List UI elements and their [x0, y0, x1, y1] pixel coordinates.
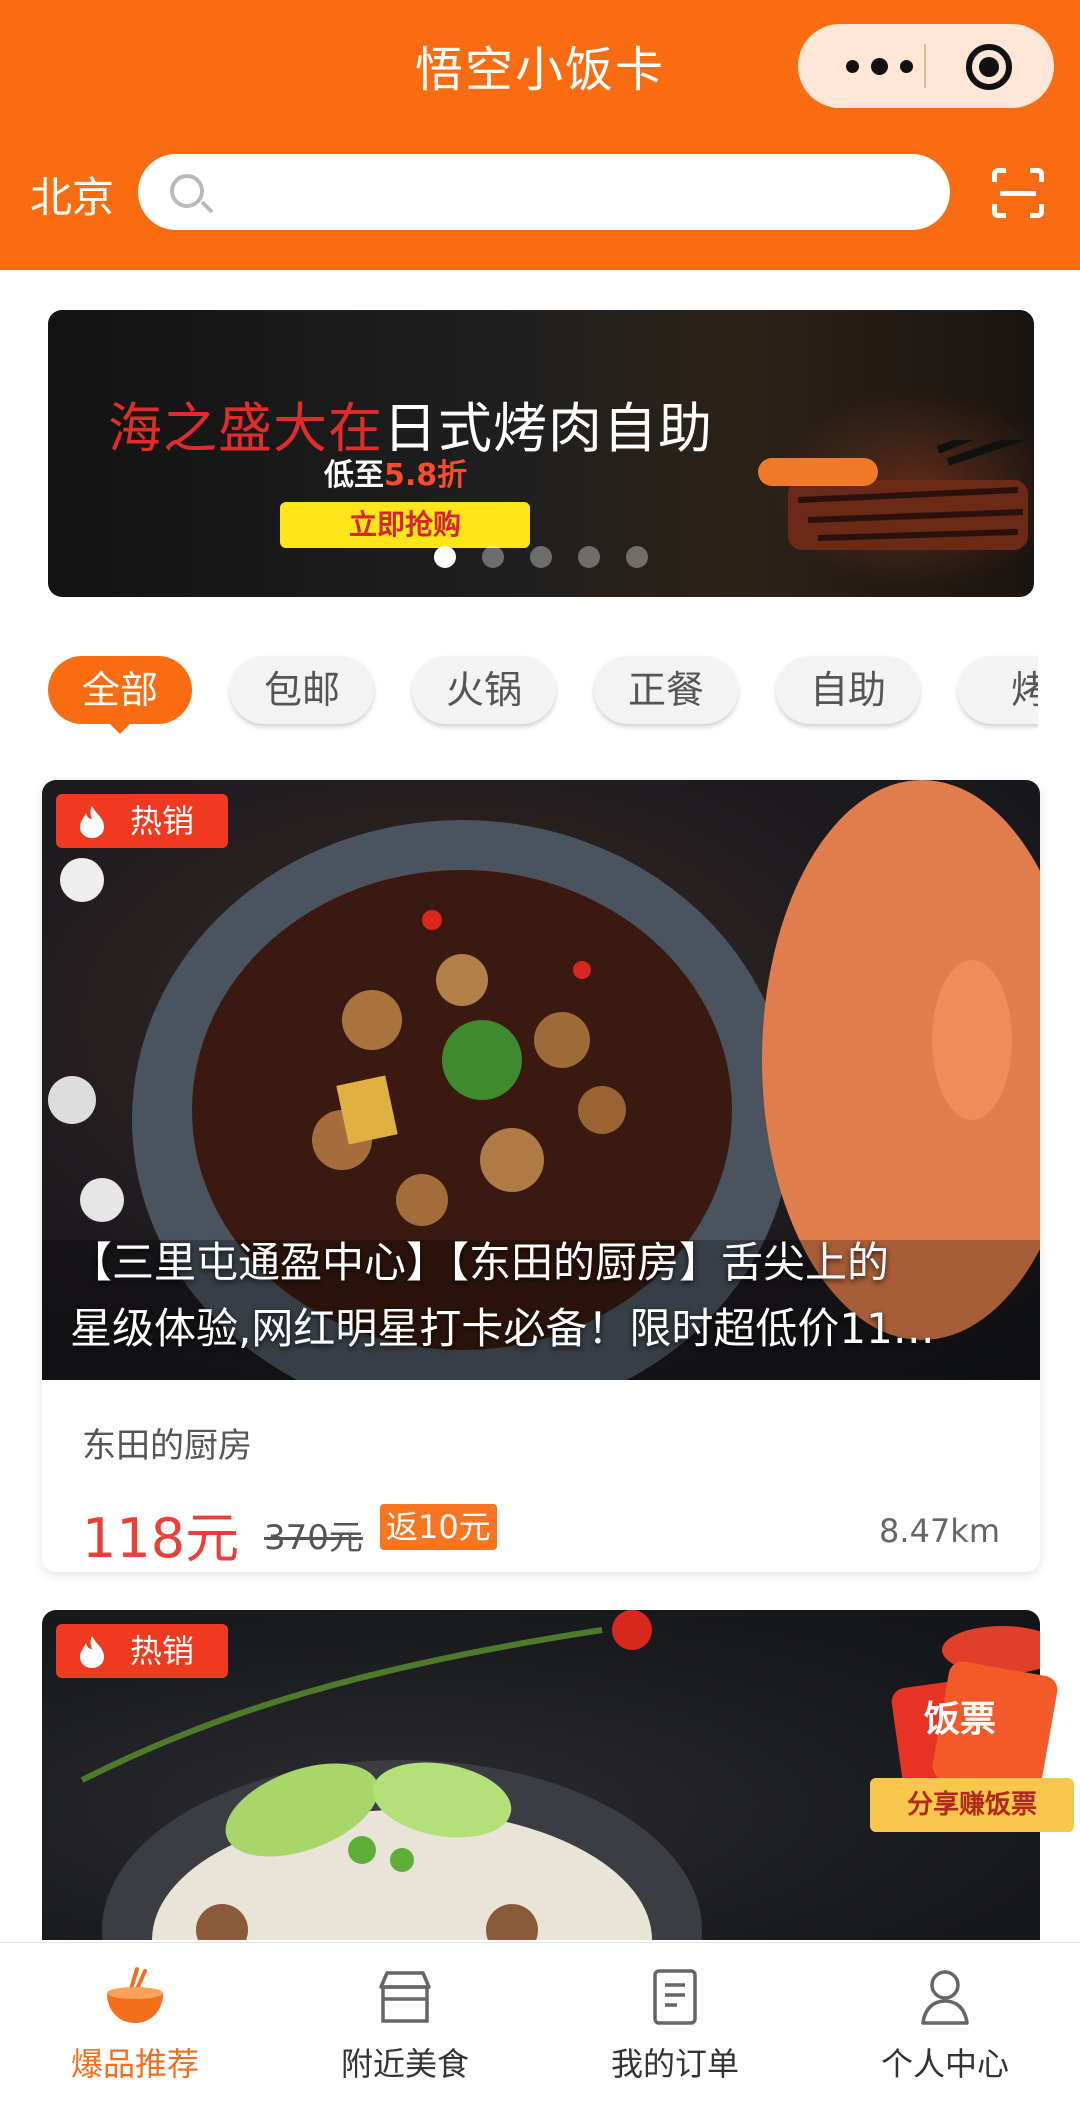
original-price: 370元 — [264, 1518, 363, 1558]
product-title: 【三里屯通盈中心】【东田的厨房】舌尖上的 星级体验,网红明星打卡必备！限时超低价… — [70, 1230, 1030, 1362]
nav-label: 附近美食 — [340, 2045, 469, 2083]
banner-subtitle: 低至5.8折 — [324, 450, 467, 494]
product-title-line2: 星级体验,网红明星打卡必备！限时超低价11… — [70, 1304, 935, 1353]
city-selector[interactable]: 北京 — [30, 164, 114, 225]
distance: 8.47km — [879, 1512, 1000, 1550]
product-info: 东田的厨房 118元 370元 返10元 8.47km — [42, 1380, 1040, 1572]
close-miniprogram-icon[interactable] — [966, 44, 1012, 90]
promo-banner[interactable]: 海之盛大在日式烤肉自助 低至5.8折 立即抢购 — [48, 310, 1034, 597]
buy-now-button[interactable]: 立即抢购 — [280, 502, 530, 548]
tab-buffet[interactable]: 自助 — [776, 656, 920, 724]
tab-hotpot[interactable]: 火锅 — [412, 656, 556, 724]
nav-profile[interactable]: 个人中心 — [810, 1943, 1080, 2107]
tab-main-meal[interactable]: 正餐 — [594, 656, 738, 724]
carousel-dot[interactable] — [434, 546, 456, 568]
top-bar: 悟空小饭卡 北京 — [0, 0, 1080, 270]
nav-hot-picks[interactable]: 爆品推荐 — [0, 1943, 270, 2107]
hot-sale-label: 热销 — [130, 802, 195, 840]
scan-icon[interactable] — [992, 168, 1044, 218]
rebate-badge: 返10元 — [380, 1504, 497, 1550]
product-title-line1: 【三里屯通盈中心】【东田的厨房】舌尖上的 — [70, 1238, 890, 1287]
share-label: 分享赚饭票 — [870, 1778, 1074, 1832]
nav-nearby-food[interactable]: 附近美食 — [270, 1943, 540, 2107]
product-card[interactable]: 热销 【三里屯通盈中心】【东田的厨房】舌尖上的 星级体验,网红明星打卡必备！限时… — [42, 780, 1040, 1572]
active-tab-pointer — [108, 722, 132, 734]
shop-name: 东田的厨房 — [82, 1426, 252, 1466]
carousel-dot[interactable] — [578, 546, 600, 568]
flame-icon — [80, 806, 104, 838]
order-icon — [653, 1969, 697, 2025]
flame-icon — [80, 1636, 104, 1668]
miniprogram-capsule — [798, 24, 1054, 108]
nav-label: 我的订单 — [610, 2045, 739, 2083]
carousel-dot[interactable] — [626, 546, 648, 568]
tab-all[interactable]: 全部 — [48, 656, 192, 724]
tab-free-shipping[interactable]: 包邮 — [230, 656, 374, 724]
nav-label: 个人中心 — [880, 2045, 1009, 2083]
category-tabs: 全部 包邮 火锅 正餐 自助 烤 — [48, 652, 1038, 736]
hot-sale-label: 热销 — [130, 1632, 195, 1670]
carousel-indicator — [434, 546, 648, 568]
search-input[interactable] — [138, 154, 950, 230]
banner-subtitle-prefix: 低至 — [324, 458, 384, 493]
search-icon — [170, 174, 204, 208]
carousel-dot[interactable] — [530, 546, 552, 568]
tab-bbq[interactable]: 烤 — [958, 656, 1038, 724]
bottom-tab-bar: 爆品推荐 附近美食 我的订单 个人中心 — [0, 1942, 1080, 2107]
banner-discount-rate: 5.8折 — [384, 458, 468, 493]
grilled-meat-illustration — [758, 440, 1028, 550]
share-earn-button[interactable]: 饭票 分享赚饭票 — [862, 1659, 1080, 1860]
nav-my-orders[interactable]: 我的订单 — [540, 1943, 810, 2107]
hot-sale-badge: 热销 — [56, 794, 228, 848]
user-icon — [921, 1970, 969, 2025]
rice-bowl-icon — [107, 1967, 163, 2023]
shop-icon — [379, 1971, 431, 2023]
more-menu-icon[interactable] — [836, 48, 922, 84]
capsule-divider — [924, 44, 926, 88]
product-photo: 热销 【三里屯通盈中心】【东田的厨房】舌尖上的 星级体验,网红明星打卡必备！限时… — [42, 780, 1040, 1380]
hot-sale-badge: 热销 — [56, 1624, 228, 1678]
meal-ticket-icon-text: 饭票 — [924, 1699, 997, 1740]
carousel-dot[interactable] — [482, 546, 504, 568]
sale-price: 118元 — [82, 1507, 240, 1570]
nav-label: 爆品推荐 — [70, 2045, 199, 2083]
